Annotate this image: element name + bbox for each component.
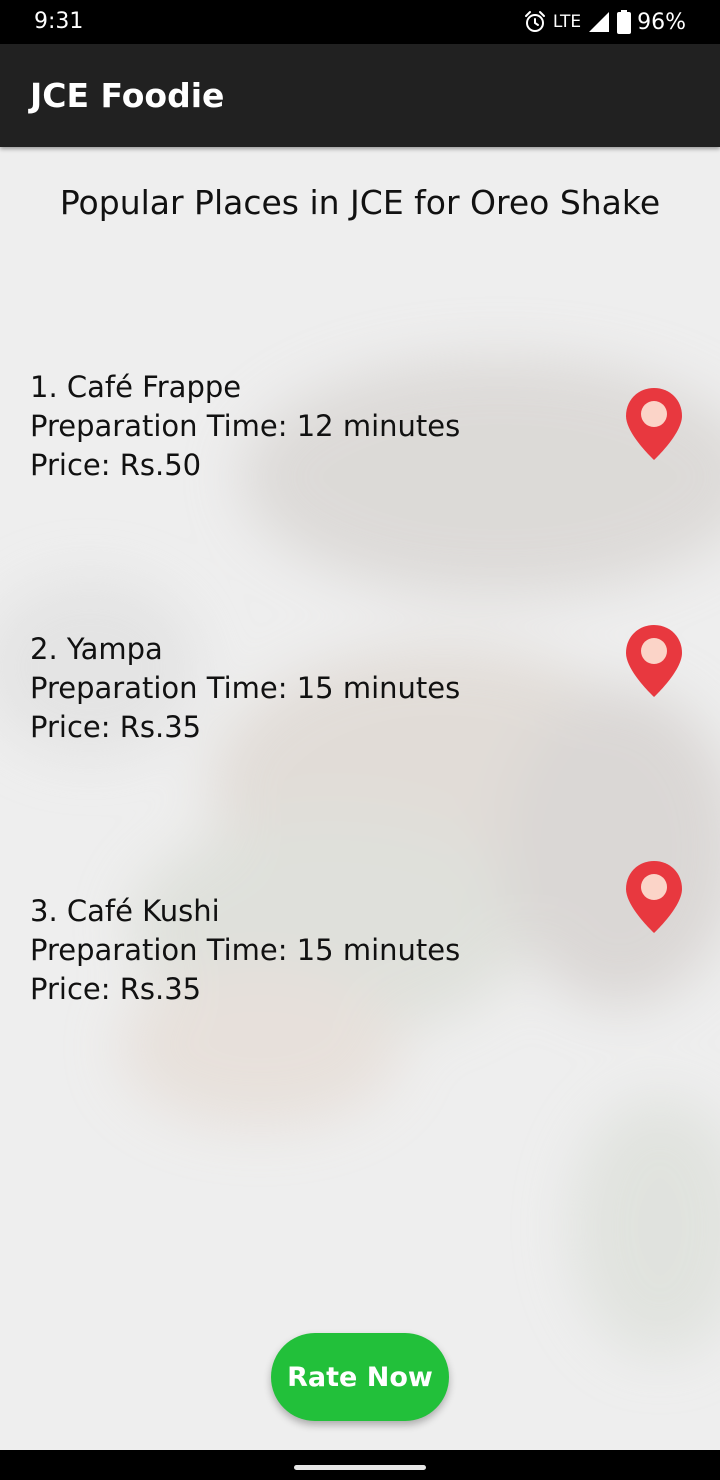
list-item: 1. Café Frappe Preparation Time: 12 minu… bbox=[30, 368, 590, 485]
list-item: 3. Café Kushi Preparation Time: 15 minut… bbox=[30, 892, 590, 1009]
status-time: 9:31 bbox=[34, 9, 84, 34]
place-name: 2. Yampa bbox=[30, 632, 163, 666]
place-price: Price: Rs.50 bbox=[30, 448, 202, 482]
rate-now-button[interactable]: Rate Now bbox=[271, 1333, 449, 1421]
status-bar: 9:31 LTE 96% bbox=[0, 0, 720, 44]
place-name: 3. Café Kushi bbox=[30, 894, 220, 928]
app-bar: JCE Foodie bbox=[0, 44, 720, 147]
main-content: Popular Places in JCE for Oreo Shake 1. … bbox=[0, 147, 720, 1450]
place-prep-time: Preparation Time: 15 minutes bbox=[30, 671, 461, 705]
network-type: LTE bbox=[552, 12, 582, 32]
list-item: 2. Yampa Preparation Time: 15 minutes Pr… bbox=[30, 630, 590, 747]
navigation-bar bbox=[0, 1450, 720, 1480]
place-name: 1. Café Frappe bbox=[30, 370, 242, 404]
alarm-icon bbox=[524, 11, 545, 32]
place-prep-time: Preparation Time: 12 minutes bbox=[30, 409, 461, 443]
location-pin-icon[interactable] bbox=[624, 386, 684, 462]
battery-icon bbox=[617, 10, 632, 34]
home-gesture-handle[interactable] bbox=[294, 1465, 426, 1470]
app-title: JCE Foodie bbox=[30, 76, 225, 115]
page-heading: Popular Places in JCE for Oreo Shake bbox=[59, 183, 661, 222]
location-pin-icon[interactable] bbox=[624, 623, 684, 699]
place-price: Price: Rs.35 bbox=[30, 710, 202, 744]
food-background-image bbox=[0, 147, 720, 1450]
battery-percent: 96% bbox=[637, 9, 686, 35]
location-pin-icon[interactable] bbox=[624, 859, 684, 935]
signal-icon bbox=[589, 12, 610, 32]
place-price: Price: Rs.35 bbox=[30, 972, 202, 1006]
status-indicators: LTE 96% bbox=[523, 8, 686, 36]
place-prep-time: Preparation Time: 15 minutes bbox=[30, 933, 461, 967]
